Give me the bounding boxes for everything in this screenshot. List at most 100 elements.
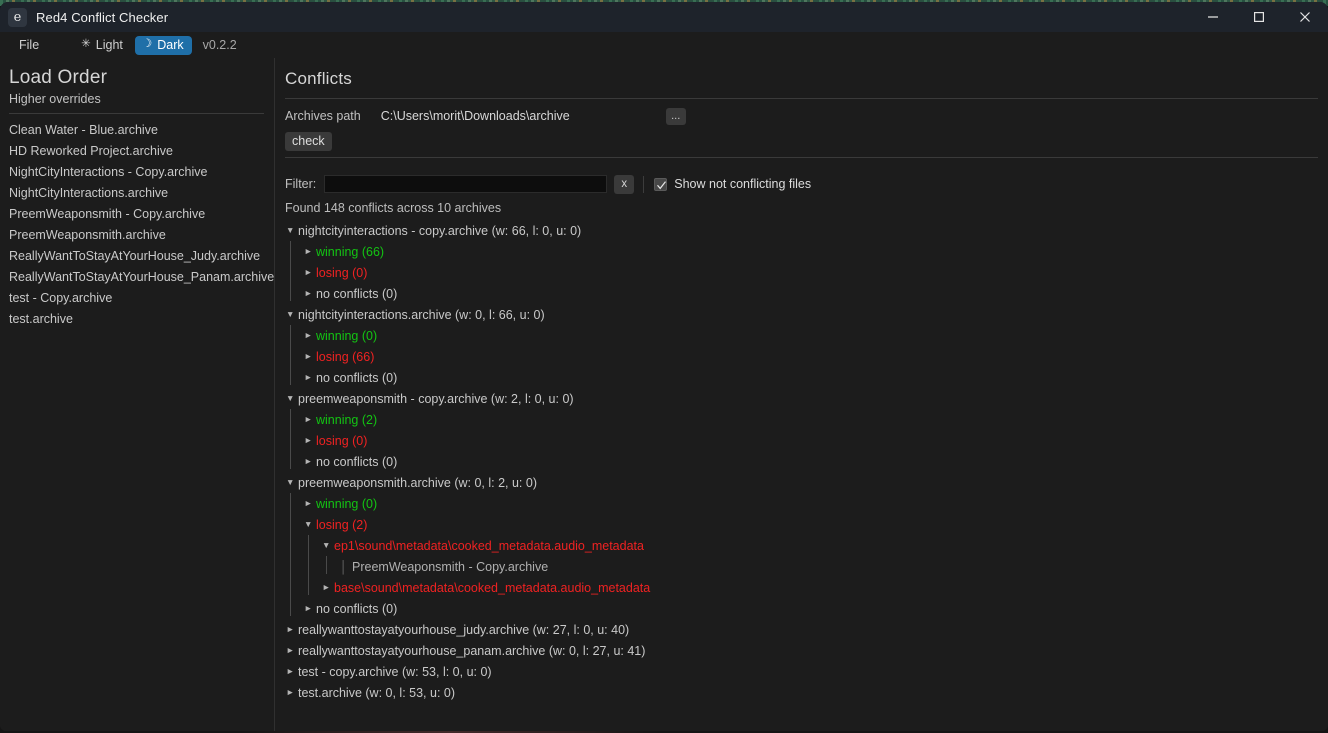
tree-node-label: winning (2) [316,412,378,427]
mod-list-item[interactable]: PreemWeaponsmith - Copy.archive [9,204,274,225]
chevron-right-icon[interactable]: ► [303,331,316,340]
mod-list-item[interactable]: PreemWeaponsmith.archive [9,225,274,246]
tree-node: ► winning (66) [303,241,1318,262]
panel-divider-mid [285,157,1318,158]
chevron-right-icon[interactable]: ► [303,352,316,361]
theme-button-light[interactable]: ✳ Light [74,36,131,55]
tree-node: ► no conflicts (0) [303,283,1318,304]
tree-node-row[interactable]: ► losing (0) [303,262,1318,283]
chevron-right-icon[interactable]: ► [303,499,316,508]
tree-node-label: preemweaponsmith.archive (w: 0, l: 2, u:… [298,475,537,490]
tree-node: ► test - copy.archive (w: 53, l: 0, u: 0) [285,661,1318,682]
tree-node-row[interactable]: ► winning (2) [303,409,1318,430]
mod-list-item[interactable]: test.archive [9,309,274,330]
mod-list-item[interactable]: test - Copy.archive [9,288,274,309]
archives-path-value: C:\Users\morit\Downloads\archive [380,109,570,123]
tree-node-row[interactable]: ► reallywanttostayatyourhouse_panam.archi… [285,640,1318,661]
tree-node-row[interactable]: ► winning (0) [303,325,1318,346]
mod-list-item[interactable]: ReallyWantToStayAtYourHouse_Judy.archive [9,246,274,267]
tree-node-label: losing (0) [316,433,368,448]
tree-node-row[interactable]: ► losing (66) [303,346,1318,367]
tree-node-row[interactable]: │ PreemWeaponsmith - Copy.archive [339,556,1318,577]
tree-node-row[interactable]: ► base\sound\metadata\cooked_metadata.aud… [321,577,1318,598]
tree-node-row[interactable]: ► winning (66) [303,241,1318,262]
close-icon[interactable] [1282,2,1328,32]
tree-node-label: losing (2) [316,517,368,532]
tree-node-row[interactable]: ► reallywanttostayatyourhouse_judy.archiv… [285,619,1318,640]
tree-children: ► winning (0) ► losing (66) ► no conflicts (0… [285,325,1318,388]
tree-node-row[interactable]: ▼ losing (2) [303,514,1318,535]
sun-icon: ✳ [81,37,91,50]
chevron-right-icon[interactable]: ► [303,373,316,382]
tree-node: ▼ preemweaponsmith.archive (w: 0, l: 2, u… [285,472,1318,619]
chevron-right-icon[interactable]: ► [303,268,316,277]
tree-node-row[interactable]: ► no conflicts (0) [303,283,1318,304]
tree-node-row[interactable]: ▼ preemweaponsmith - copy.archive (w: 2, … [285,388,1318,409]
tree-node: ► no conflicts (0) [303,367,1318,388]
mod-list-item[interactable]: ReallyWantToStayAtYourHouse_Panam.archiv… [9,267,274,288]
page-title: Conflicts [285,69,352,88]
tree-node-row[interactable]: ► test - copy.archive (w: 53, l: 0, u: 0) [285,661,1318,682]
found-summary: Found 148 conflicts across 10 archives [285,201,502,215]
chevron-right-icon[interactable]: ► [321,583,334,592]
mod-list-item[interactable]: Clean Water - Blue.archive [9,120,274,141]
theme-button-light-label: Light [95,37,123,52]
tree-node-row[interactable]: ▼ ep1\sound\metadata\cooked_metadata.audi… [321,535,1318,556]
mod-list-item[interactable]: HD Reworked Project.archive [9,141,274,162]
chevron-right-icon[interactable]: ► [303,436,316,445]
chevron-right-icon[interactable]: ► [285,646,298,655]
tree-node-row[interactable]: ▼ nightcityinteractions.archive (w: 0, l:… [285,304,1318,325]
sidebar-title: Load Order [9,67,108,88]
tree-node: │ PreemWeaponsmith - Copy.archive [339,556,1318,577]
mod-list-item[interactable]: NightCityInteractions.archive [9,183,274,204]
chevron-right-icon[interactable]: ► [303,247,316,256]
chevron-down-icon[interactable]: ▼ [285,394,298,403]
tree-node-row[interactable]: ► test.archive (w: 0, l: 53, u: 0) [285,682,1318,703]
filter-separator [643,175,645,193]
tree-node-row[interactable]: ► no conflicts (0) [303,451,1318,472]
tree-node: ► winning (2) [303,409,1318,430]
sidebar-divider [9,113,264,114]
checkbox-icon [654,177,668,191]
chevron-right-icon[interactable]: ► [303,604,316,613]
chevron-right-icon[interactable]: ► [303,289,316,298]
tree-node-row[interactable]: ► no conflicts (0) [303,367,1318,388]
tree-node-label: losing (66) [316,349,375,364]
theme-button-dark[interactable]: ☽ Dark [134,35,192,55]
tree-node: ► no conflicts (0) [303,598,1318,619]
tree-node-row[interactable]: ► no conflicts (0) [303,598,1318,619]
chevron-down-icon[interactable]: ▼ [321,541,334,550]
tree-node-row[interactable]: ► losing (0) [303,430,1318,451]
tree-node-label: preemweaponsmith - copy.archive (w: 2, l… [298,391,574,406]
tree-node: ► no conflicts (0) [303,451,1318,472]
tree-node: ► reallywanttostayatyourhouse_panam.archi… [285,640,1318,661]
chevron-right-icon[interactable]: ► [285,667,298,676]
maximize-icon[interactable] [1236,2,1282,32]
menu-bar: File ✳ Light ☽ Dark v0.2.2 [0,32,1328,58]
check-button[interactable]: check [285,132,332,151]
tree-node-row[interactable]: ► winning (0) [303,493,1318,514]
minimize-icon[interactable] [1190,2,1236,32]
tree-node-label: ep1\sound\metadata\cooked_metadata.audio… [334,538,644,553]
filter-input[interactable] [324,175,608,193]
chevron-down-icon[interactable]: ▼ [303,520,316,529]
chevron-down-icon[interactable]: ▼ [285,310,298,319]
chevron-down-icon[interactable]: ▼ [285,478,298,487]
version-label: v0.2.2 [202,38,237,52]
tree-node-row[interactable]: ▼ nightcityinteractions - copy.archive (w… [285,220,1318,241]
tree-node: ► winning (0) [303,493,1318,514]
chevron-right-icon[interactable]: ► [285,688,298,697]
filter-label: Filter: [285,177,317,191]
show-not-conflicting-checkbox[interactable]: Show not conflicting files [654,177,811,191]
chevron-right-icon[interactable]: ► [303,457,316,466]
mod-list-item[interactable]: NightCityInteractions - Copy.archive [9,162,274,183]
menu-item-file[interactable]: File [12,35,46,55]
clear-filter-button[interactable]: x [614,174,635,194]
chevron-right-icon[interactable]: ► [303,415,316,424]
chevron-right-icon[interactable]: ► [285,625,298,634]
conflicts-tree[interactable]: ▼ nightcityinteractions - copy.archive (w… [285,220,1318,731]
chevron-down-icon[interactable]: ▼ [285,226,298,235]
tree-children: ► winning (2) ► losing (0) ► no conflicts (0) [285,409,1318,472]
browse-button[interactable]: ... [665,107,686,125]
tree-node-row[interactable]: ▼ preemweaponsmith.archive (w: 0, l: 2, u… [285,472,1318,493]
